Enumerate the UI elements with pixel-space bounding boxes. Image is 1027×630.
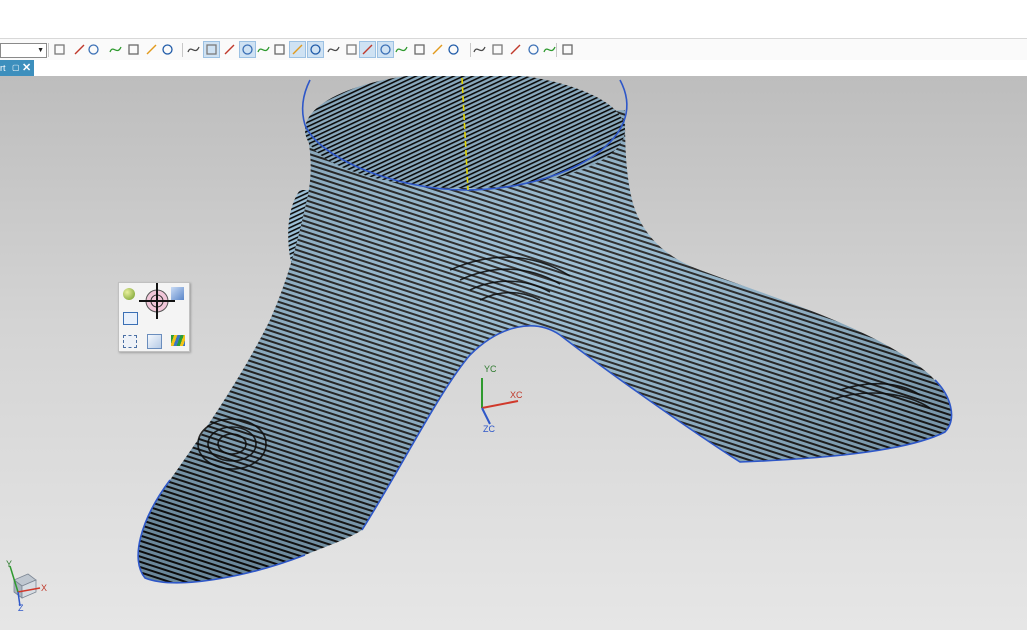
circle-point-icon[interactable] xyxy=(307,41,324,58)
box-select-icon[interactable] xyxy=(144,42,159,57)
brush-icon[interactable] xyxy=(472,42,487,57)
window-icon[interactable] xyxy=(123,312,138,325)
rotate-icon[interactable] xyxy=(446,42,461,57)
select-icon[interactable] xyxy=(108,42,123,57)
feature-point-icon[interactable] xyxy=(203,41,220,58)
triad-y-label: Y xyxy=(6,559,12,569)
graphics-viewport[interactable]: YC XC ZC Y X Z xyxy=(0,76,1027,630)
title-area xyxy=(0,0,1027,38)
line-icon[interactable] xyxy=(222,42,237,57)
crosshair-svg xyxy=(139,283,175,319)
more-icon[interactable] xyxy=(560,42,575,57)
close-icon[interactable]: ✕ xyxy=(22,60,31,76)
sketch-icon[interactable] xyxy=(289,41,306,58)
sphere-icon[interactable] xyxy=(123,288,135,300)
shaded-cube-icon[interactable] xyxy=(186,42,201,57)
toolbar-separator xyxy=(470,43,471,57)
view-triad: Y X Z xyxy=(6,559,47,613)
stripes-icon[interactable] xyxy=(542,42,557,57)
plus-icon[interactable] xyxy=(344,42,359,57)
grid-icon[interactable] xyxy=(508,42,523,57)
triad-z-label: Z xyxy=(18,603,24,613)
toolbar: ▼ xyxy=(0,38,1027,62)
chevron-down-icon[interactable]: ▼ xyxy=(37,44,44,57)
tab-part[interactable]: rt ▢ ✕ xyxy=(0,60,34,76)
palette-icon[interactable] xyxy=(526,42,541,57)
display-icon[interactable] xyxy=(412,42,427,57)
triad-x-label: X xyxy=(41,583,47,593)
toolbar-separator xyxy=(48,43,49,57)
pin-icon[interactable]: ▢ xyxy=(12,60,20,76)
table-icon[interactable] xyxy=(490,42,505,57)
wcs-zc-label: ZC xyxy=(483,424,495,434)
stripes-icon[interactable] xyxy=(171,335,185,346)
filter-icon[interactable] xyxy=(126,42,141,57)
curve-icon[interactable] xyxy=(239,41,256,58)
wcs-yc-label: YC xyxy=(484,364,497,374)
box-icon[interactable] xyxy=(147,334,162,349)
wave-icon[interactable] xyxy=(272,42,287,57)
toolbar-separator xyxy=(182,43,183,57)
snap-icon[interactable] xyxy=(86,42,101,57)
part-icon[interactable] xyxy=(72,42,87,57)
crosshair-icon[interactable] xyxy=(139,283,175,319)
model-surface[interactable]: YC XC ZC Y X Z xyxy=(0,76,1027,630)
section-icon[interactable] xyxy=(377,41,394,58)
wcs-triad: YC XC ZC xyxy=(481,364,523,434)
open-icon[interactable] xyxy=(52,42,67,57)
radial-toolbar xyxy=(118,282,190,352)
measure-icon[interactable] xyxy=(359,41,376,58)
selection-filter-combo[interactable]: ▼ xyxy=(0,43,47,58)
cube-icon[interactable] xyxy=(171,287,184,300)
fit-icon[interactable] xyxy=(123,335,137,348)
render-icon[interactable] xyxy=(430,42,445,57)
spline-icon[interactable] xyxy=(256,42,271,57)
wcs-xc-label: XC xyxy=(510,390,523,400)
tab-label: rt xyxy=(0,63,6,73)
solid-icon[interactable] xyxy=(160,42,175,57)
circle-icon[interactable] xyxy=(326,42,341,57)
layer-icon[interactable] xyxy=(394,42,409,57)
